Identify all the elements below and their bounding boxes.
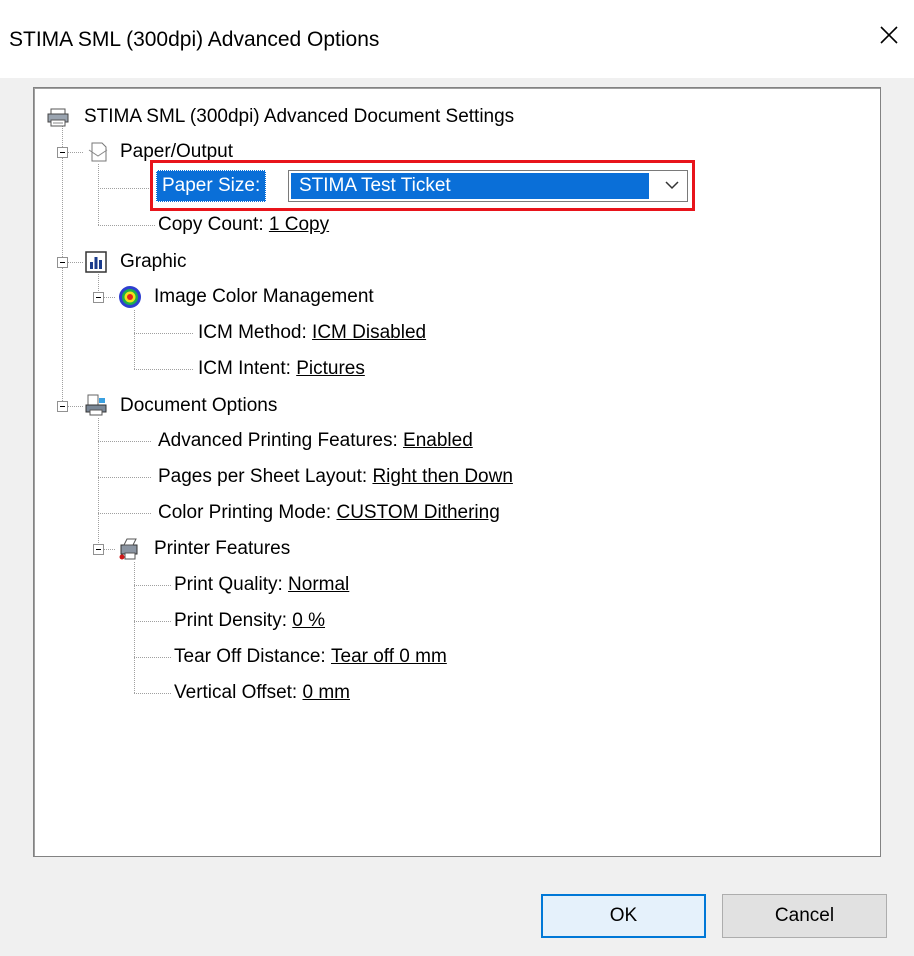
cancel-button[interactable]: Cancel bbox=[722, 894, 887, 938]
icm-intent-value[interactable]: Pictures bbox=[296, 352, 365, 386]
graphic-chart-icon bbox=[84, 250, 108, 274]
tree-root-label: STIMA SML (300dpi) Advanced Document Set… bbox=[84, 106, 515, 127]
tree-item-color-printing-mode[interactable]: Color Printing Mode: CUSTOM Dithering bbox=[158, 496, 500, 530]
expander-graphic[interactable] bbox=[57, 257, 68, 268]
tree-item-graphic[interactable]: Graphic bbox=[120, 245, 187, 279]
tree-item-advanced-printing[interactable]: Advanced Printing Features: Enabled bbox=[158, 424, 473, 458]
expander-document-options[interactable] bbox=[57, 401, 68, 412]
title-bar: STIMA SML (300dpi) Advanced Options bbox=[0, 0, 914, 78]
icm-method-label: ICM Method: bbox=[198, 322, 307, 343]
document-options-icon bbox=[84, 393, 108, 417]
printer-icon bbox=[46, 105, 70, 129]
paper-size-label[interactable]: Paper Size: bbox=[156, 170, 267, 202]
tree-item-printer-features[interactable]: Printer Features bbox=[154, 532, 290, 566]
paper-size-highlight: Paper Size: STIMA Test Ticket bbox=[150, 160, 695, 211]
expander-paper-output[interactable] bbox=[57, 147, 68, 158]
expander-printer-features[interactable] bbox=[93, 544, 104, 555]
tree-item-print-density[interactable]: Print Density: 0 % bbox=[174, 604, 325, 638]
print-quality-label: Print Quality: bbox=[174, 574, 283, 595]
document-options-label: Document Options bbox=[120, 395, 278, 416]
tree-item-icm-intent[interactable]: ICM Intent: Pictures bbox=[198, 352, 365, 386]
tree-item-pages-per-sheet[interactable]: Pages per Sheet Layout: Right then Down bbox=[158, 460, 513, 494]
copy-count-value[interactable]: 1 Copy bbox=[269, 208, 329, 242]
printer-features-icon bbox=[118, 537, 142, 561]
copy-count-label: Copy Count: bbox=[158, 214, 264, 235]
print-quality-value[interactable]: Normal bbox=[288, 568, 349, 602]
color-printing-mode-label: Color Printing Mode: bbox=[158, 502, 332, 523]
advanced-options-dialog: STIMA SML (300dpi) Advanced Options STIM… bbox=[0, 0, 914, 956]
advanced-printing-label: Advanced Printing Features: bbox=[158, 430, 398, 451]
ok-button[interactable]: OK bbox=[541, 894, 706, 938]
color-wheel-icon bbox=[118, 285, 142, 309]
tree-item-tear-off-distance[interactable]: Tear Off Distance: Tear off 0 mm bbox=[174, 640, 447, 674]
chevron-down-icon bbox=[665, 181, 679, 190]
tear-off-distance-label: Tear Off Distance: bbox=[174, 646, 326, 667]
printer-features-label: Printer Features bbox=[154, 538, 291, 559]
tree-item-copy-count[interactable]: Copy Count: 1 Copy bbox=[158, 208, 329, 242]
tree-item-print-quality[interactable]: Print Quality: Normal bbox=[174, 568, 349, 602]
close-button[interactable] bbox=[864, 10, 914, 60]
paper-size-value: STIMA Test Ticket bbox=[291, 173, 649, 199]
icm-intent-label: ICM Intent: bbox=[198, 358, 291, 379]
icm-label: Image Color Management bbox=[154, 286, 374, 307]
tree-item-vertical-offset[interactable]: Vertical Offset: 0 mm bbox=[174, 676, 350, 710]
print-density-label: Print Density: bbox=[174, 610, 287, 631]
tree-item-icm[interactable]: Image Color Management bbox=[154, 280, 374, 314]
icm-method-value[interactable]: ICM Disabled bbox=[312, 316, 426, 350]
tear-off-distance-value[interactable]: Tear off 0 mm bbox=[331, 640, 447, 674]
paper-size-dropdown[interactable]: STIMA Test Ticket bbox=[288, 170, 688, 202]
vertical-offset-label: Vertical Offset: bbox=[174, 682, 298, 703]
expander-icm[interactable] bbox=[93, 292, 104, 303]
graphic-label: Graphic bbox=[120, 251, 187, 272]
close-icon bbox=[880, 26, 898, 44]
tree-item-document-options[interactable]: Document Options bbox=[120, 389, 277, 423]
paper-output-icon bbox=[86, 140, 110, 164]
tree-item-icm-method[interactable]: ICM Method: ICM Disabled bbox=[198, 316, 426, 350]
color-printing-mode-value[interactable]: CUSTOM Dithering bbox=[336, 496, 499, 530]
print-density-value[interactable]: 0 % bbox=[292, 604, 325, 638]
tree-root[interactable]: STIMA SML (300dpi) Advanced Document Set… bbox=[84, 100, 514, 134]
vertical-offset-value[interactable]: 0 mm bbox=[302, 676, 350, 710]
pages-per-sheet-label: Pages per Sheet Layout: bbox=[158, 466, 368, 487]
advanced-printing-value[interactable]: Enabled bbox=[403, 424, 473, 458]
pages-per-sheet-value[interactable]: Right then Down bbox=[372, 460, 512, 494]
window-title: STIMA SML (300dpi) Advanced Options bbox=[9, 28, 380, 51]
